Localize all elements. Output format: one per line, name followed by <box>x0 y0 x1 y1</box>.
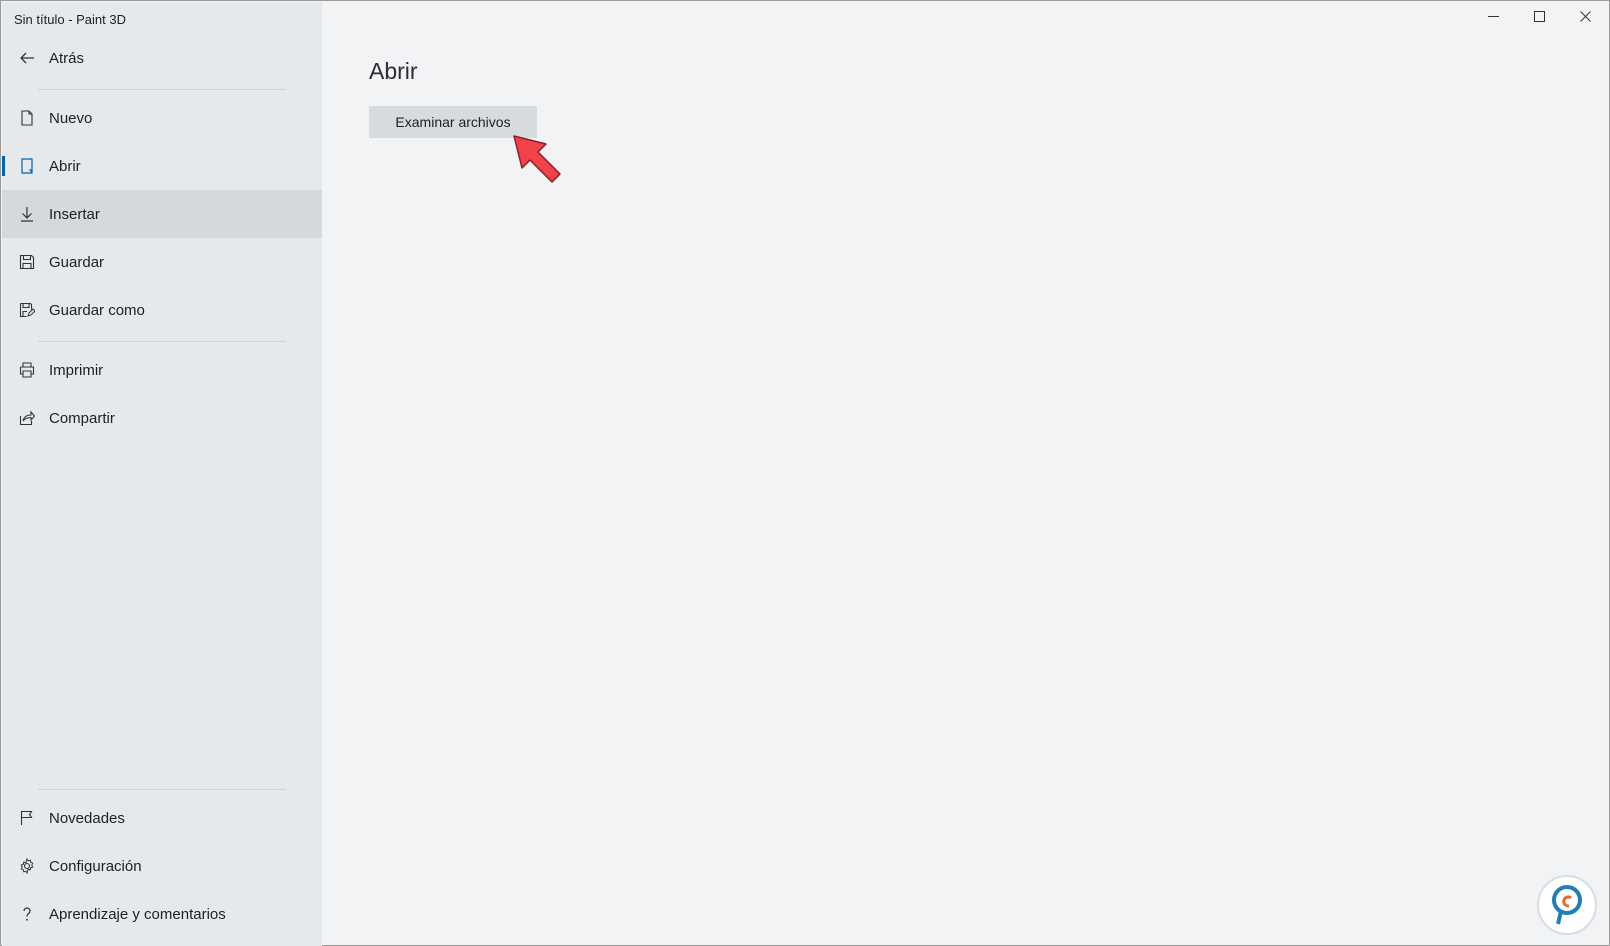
minimize-button[interactable] <box>1470 2 1516 34</box>
sidebar-item-label: Abrir <box>49 157 81 175</box>
print-icon <box>19 362 35 378</box>
question-icon <box>19 906 35 922</box>
new-document-icon <box>19 110 35 126</box>
sidebar-item-imprimir[interactable]: Imprimir <box>2 346 322 394</box>
sidebar-item-label: Imprimir <box>49 361 104 379</box>
sidebar-item-label: Insertar <box>49 205 100 223</box>
sidebar-item-configuracion[interactable]: Configuración <box>2 842 322 890</box>
window-title: Sin título - Paint 3D <box>14 12 126 27</box>
sidebar-item-insertar[interactable]: Insertar <box>2 190 322 238</box>
sidebar-item-guardar-como[interactable]: Guardar como <box>2 286 322 334</box>
divider <box>38 89 286 90</box>
sidebar-item-abrir[interactable]: Abrir <box>2 142 322 190</box>
maximize-button[interactable] <box>1516 2 1562 34</box>
sidebar-item-label: Guardar <box>49 253 105 271</box>
back-button[interactable]: Atrás <box>2 34 322 82</box>
sidebar-item-label: Guardar como <box>49 301 145 319</box>
save-icon <box>19 254 35 270</box>
sidebar-item-label: Novedades <box>49 809 125 827</box>
flag-icon <box>19 810 35 826</box>
sidebar-item-label: Nuevo <box>49 109 93 127</box>
sidebar-item-nuevo[interactable]: Nuevo <box>2 94 322 142</box>
app-window: Sin título - Paint 3D Atrás Nuevo Abrir <box>0 0 1610 946</box>
sidebar-item-label: Compartir <box>49 409 115 427</box>
sidebar: Sin título - Paint 3D Atrás Nuevo Abrir <box>2 2 322 946</box>
window-controls <box>1470 2 1608 34</box>
gear-icon <box>19 858 35 874</box>
sidebar-item-aprendizaje[interactable]: Aprendizaje y comentarios <box>2 890 322 938</box>
close-icon <box>1579 9 1591 27</box>
close-button[interactable] <box>1562 2 1608 34</box>
sidebar-item-label: Aprendizaje y comentarios <box>49 905 226 923</box>
sidebar-item-guardar[interactable]: Guardar <box>2 238 322 286</box>
share-icon <box>19 410 35 426</box>
annotation-arrow-icon <box>513 135 561 183</box>
open-document-icon <box>19 158 35 174</box>
sidebar-item-label: Configuración <box>49 857 142 875</box>
divider <box>38 789 286 790</box>
back-label: Atrás <box>49 49 85 67</box>
maximize-icon <box>1533 9 1545 27</box>
watermark-logo-icon <box>1537 875 1597 935</box>
divider <box>38 341 286 342</box>
arrow-left-icon <box>19 50 35 66</box>
insert-download-icon <box>19 206 35 222</box>
sidebar-item-compartir[interactable]: Compartir <box>2 394 322 442</box>
main-content: Abrir Examinar archivos <box>322 2 1608 944</box>
page-title: Abrir <box>369 58 418 84</box>
sidebar-item-novedades[interactable]: Novedades <box>2 794 322 842</box>
minimize-icon <box>1487 9 1499 27</box>
save-as-icon <box>19 302 35 318</box>
